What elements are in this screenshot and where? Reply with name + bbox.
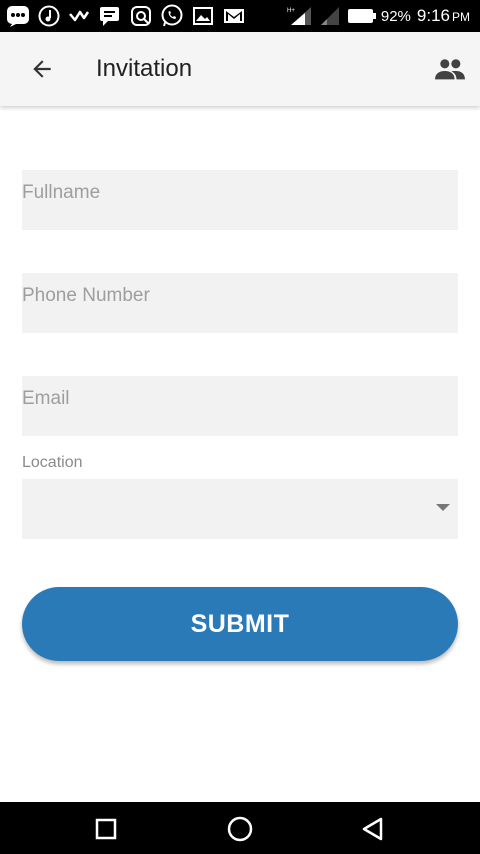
signal-weak-icon — [319, 5, 341, 27]
status-bar: H+ 92% 9:16 PM — [0, 0, 480, 32]
clock-ampm: PM — [452, 10, 470, 24]
page-title: Invitation — [96, 55, 193, 82]
location-label: Location — [22, 454, 83, 471]
phone-field[interactable]: Phone Number — [22, 273, 458, 333]
system-status: H+ 92% 9:16 PM — [287, 4, 470, 28]
people-button[interactable] — [430, 52, 470, 86]
fullname-input[interactable] — [22, 170, 458, 230]
location-dropdown[interactable] — [22, 479, 458, 539]
gallery-icon — [192, 6, 214, 26]
bbm-icon — [6, 5, 30, 27]
app-bar: Invitation — [0, 32, 480, 106]
gmail-icon — [222, 6, 246, 26]
invitation-screen: H+ 92% 9:16 PM Invitation Fullname Phone … — [0, 0, 480, 854]
recents-button[interactable] — [91, 814, 121, 844]
submit-button[interactable]: SUBMIT — [22, 587, 458, 661]
chat-icon — [98, 5, 122, 27]
whatsapp-icon — [160, 4, 184, 28]
recents-icon — [95, 818, 117, 840]
home-icon — [227, 816, 253, 842]
svg-text:H+: H+ — [287, 8, 295, 14]
clock-time: 9:16 — [416, 6, 450, 25]
phone-input[interactable] — [22, 273, 458, 333]
notification-icons — [6, 4, 246, 28]
email-field[interactable]: Email — [22, 376, 458, 436]
clock: 9:16 PM — [417, 6, 470, 26]
photo-edit-icon — [130, 5, 152, 27]
navigation-bar — [0, 802, 480, 854]
signal-icon: H+ — [287, 5, 313, 27]
music-icon — [38, 5, 60, 27]
fullname-field[interactable]: Fullname — [22, 170, 458, 230]
back-arrow-icon — [33, 60, 51, 78]
email-input[interactable] — [22, 376, 458, 436]
people-icon — [435, 59, 465, 80]
home-button[interactable] — [225, 814, 255, 844]
back-button[interactable] — [22, 52, 62, 86]
back-icon — [362, 817, 383, 841]
nav-back-button[interactable] — [358, 814, 388, 844]
dropdown-arrow-icon — [436, 504, 450, 511]
battery-icon — [347, 8, 377, 24]
battery-percent: 92% — [380, 7, 411, 25]
check-icon — [68, 6, 90, 26]
